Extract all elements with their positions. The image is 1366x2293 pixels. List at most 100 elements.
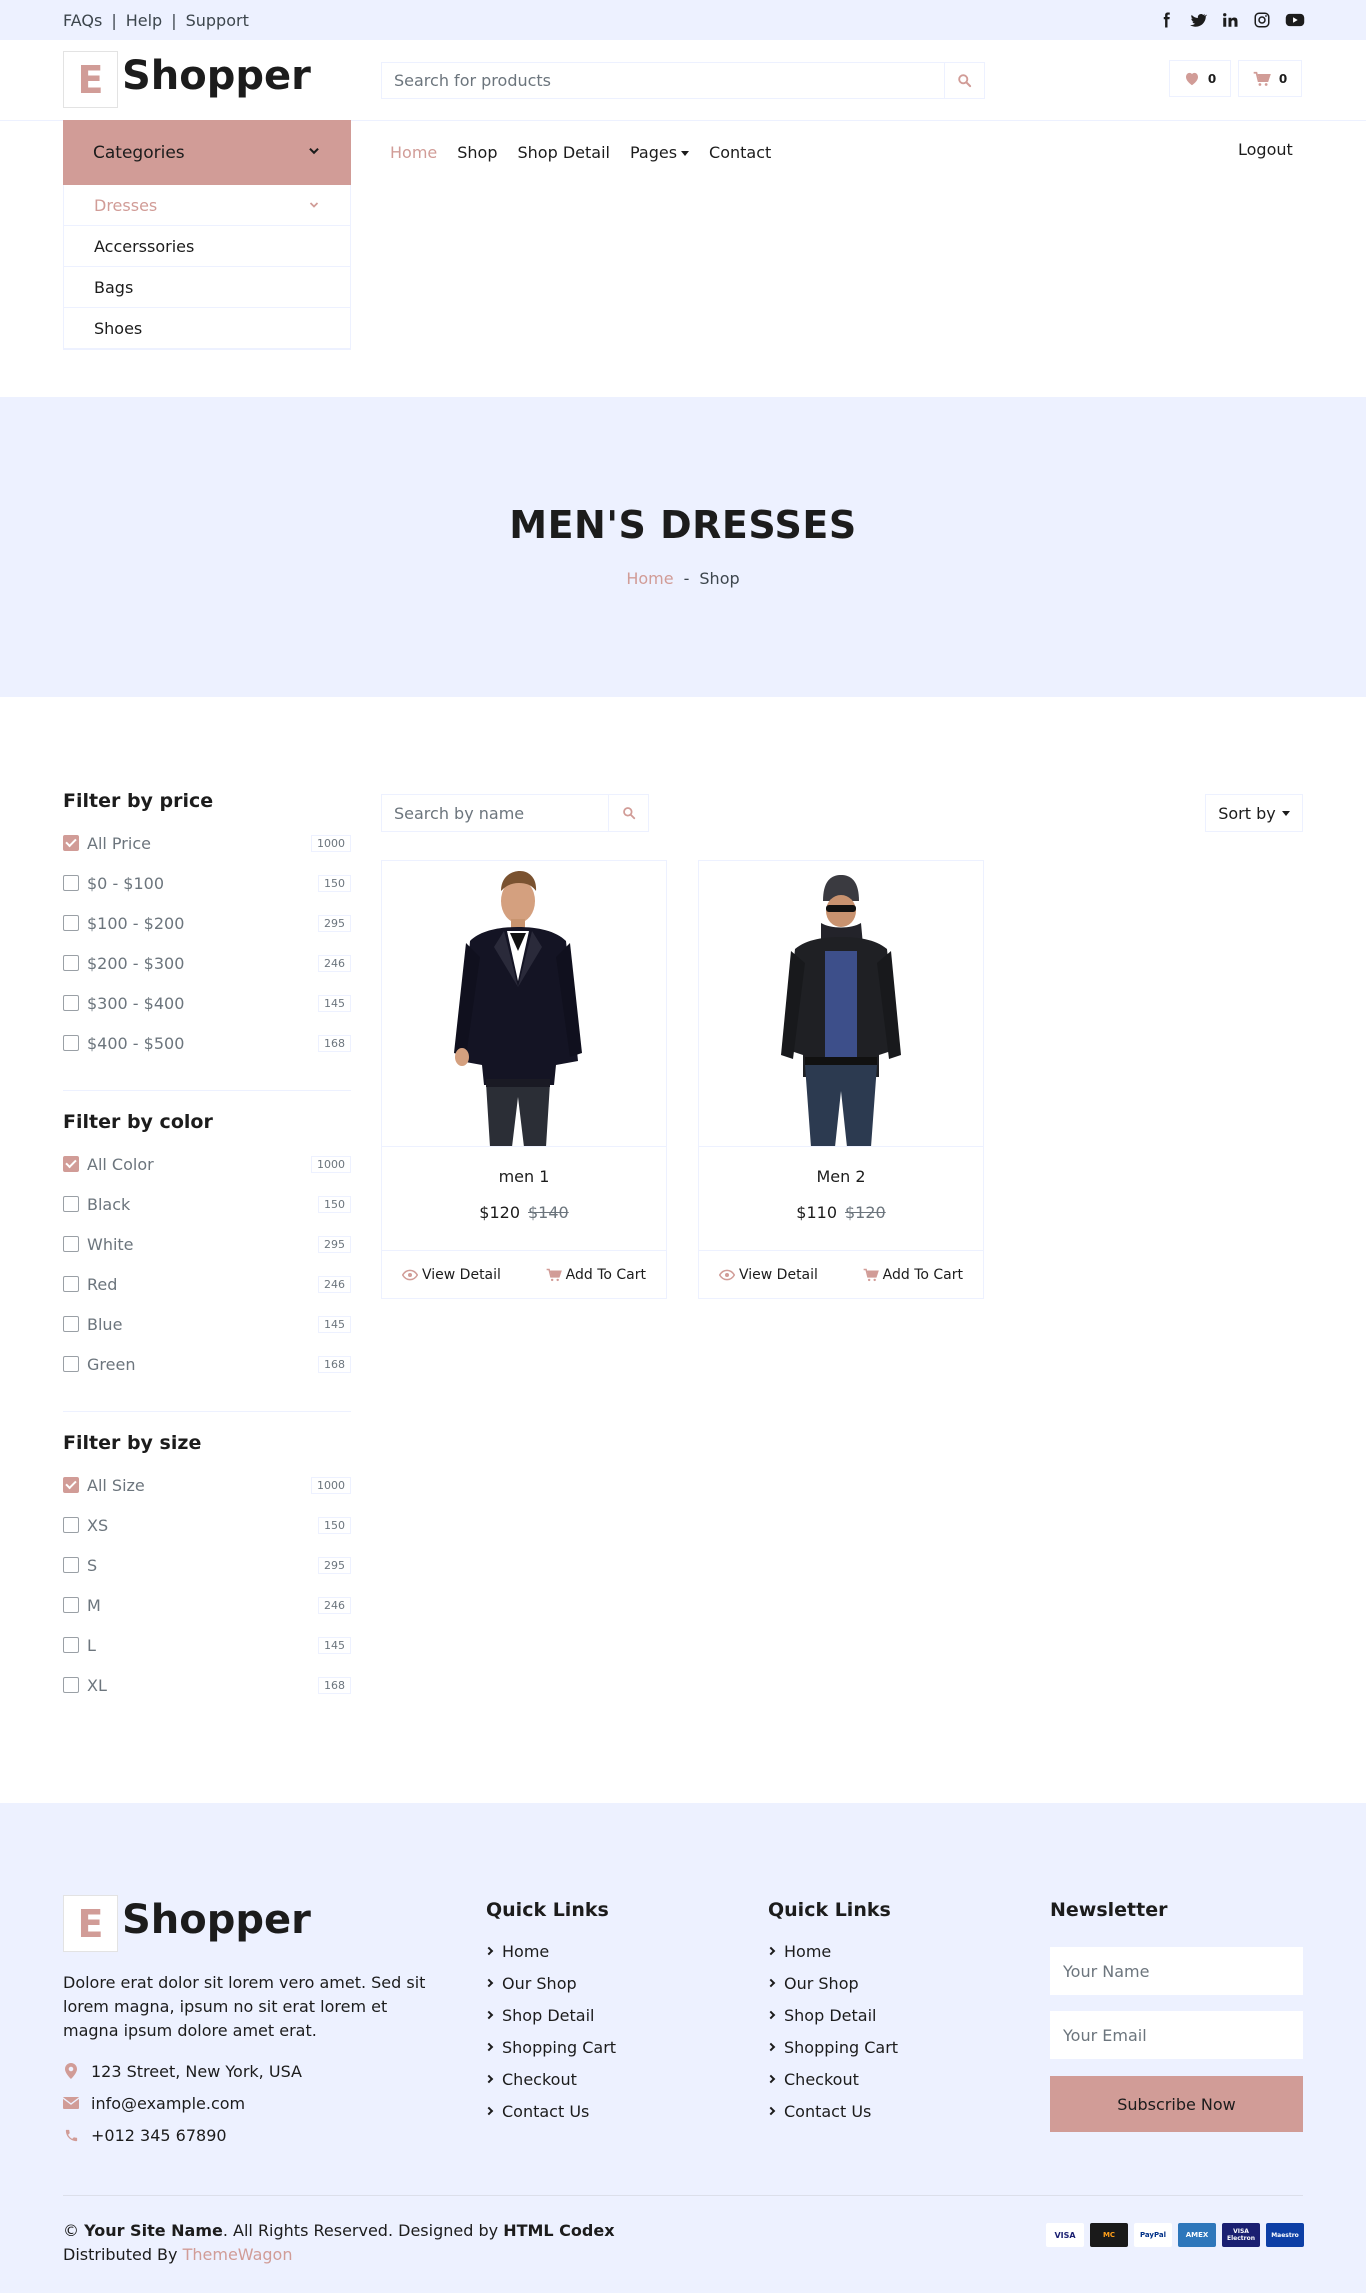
filter-checkbox[interactable] <box>63 1597 79 1613</box>
subscribe-button[interactable]: Subscribe Now <box>1050 2076 1303 2132</box>
newsletter-name-input[interactable]: Your Name <box>1050 1947 1303 1995</box>
filter-checkbox[interactable] <box>63 1316 79 1332</box>
filter-option[interactable]: Red 246 <box>63 1272 351 1296</box>
filter-checkbox[interactable] <box>63 1356 79 1372</box>
filter-checkbox[interactable] <box>63 835 79 851</box>
filter-option[interactable]: $400 - $500 168 <box>63 1031 351 1055</box>
view-detail-button[interactable]: View Detail <box>402 1267 501 1283</box>
filter-option[interactable]: XL 168 <box>63 1673 351 1697</box>
product-name[interactable]: Men 2 <box>699 1167 983 1186</box>
footer-link[interactable]: Checkout <box>766 2067 859 2091</box>
category-item-shoes[interactable]: Shoes <box>64 308 350 349</box>
chevron-right-icon <box>766 2042 776 2052</box>
product-search-input[interactable]: Search for products <box>382 63 944 98</box>
filter-checkbox[interactable] <box>63 1517 79 1533</box>
logo-text[interactable]: Shopper <box>122 53 311 99</box>
linkedin-icon[interactable] <box>1221 11 1239 29</box>
nav-pages[interactable]: Pages <box>630 143 690 162</box>
filter-option[interactable]: L 145 <box>63 1633 351 1657</box>
filter-option[interactable]: $0 - $100 150 <box>63 871 351 895</box>
filter-option[interactable]: Black 150 <box>63 1192 351 1216</box>
filter-option[interactable]: White 295 <box>63 1232 351 1256</box>
filter-option[interactable]: $100 - $200 295 <box>63 911 351 935</box>
newsletter-email-input[interactable]: Your Email <box>1050 2011 1303 2059</box>
designer-link[interactable]: HTML Codex <box>503 2221 614 2240</box>
site-name-link[interactable]: Your Site Name <box>84 2221 223 2240</box>
filter-checkbox[interactable] <box>63 1196 79 1212</box>
filter-checkbox[interactable] <box>63 875 79 891</box>
category-item-accessories[interactable]: Accerssories <box>64 226 350 267</box>
name-search-button[interactable] <box>608 795 648 831</box>
footer-link[interactable]: Shop Detail <box>766 2003 876 2027</box>
filter-option[interactable]: Blue 145 <box>63 1312 351 1336</box>
support-link[interactable]: Support <box>186 11 249 30</box>
add-to-cart-button[interactable]: Add To Cart <box>546 1267 646 1283</box>
logout-link[interactable]: Logout <box>1238 140 1293 159</box>
breadcrumb-home[interactable]: Home <box>626 569 673 588</box>
name-search-input[interactable]: Search by name <box>382 795 608 831</box>
twitter-icon[interactable] <box>1189 11 1208 29</box>
add-to-cart-label: Add To Cart <box>565 1266 646 1283</box>
wishlist-button[interactable]: 0 <box>1169 60 1231 97</box>
distributor-link[interactable]: ThemeWagon <box>183 2245 293 2264</box>
nav-home[interactable]: Home <box>390 143 437 162</box>
footer-logo-letter[interactable]: E <box>63 1895 118 1952</box>
filter-option[interactable]: XS 150 <box>63 1513 351 1537</box>
footer-link[interactable]: Shopping Cart <box>484 2035 616 2059</box>
footer-link[interactable]: Home <box>484 1939 549 1963</box>
filter-checkbox[interactable] <box>63 1557 79 1573</box>
filter-option[interactable]: All Color 1000 <box>63 1152 351 1176</box>
category-item-dresses[interactable]: Dresses <box>64 185 350 226</box>
filter-option[interactable]: All Size 1000 <box>63 1473 351 1497</box>
help-link[interactable]: Help <box>126 11 162 30</box>
footer-link[interactable]: Our Shop <box>484 1971 577 1995</box>
nav-shop[interactable]: Shop <box>457 143 497 162</box>
youtube-icon[interactable] <box>1285 11 1305 29</box>
product-image[interactable] <box>699 861 983 1147</box>
filter-checkbox[interactable] <box>63 1236 79 1252</box>
filter-option[interactable]: Green 168 <box>63 1352 351 1376</box>
facebook-icon[interactable] <box>1157 11 1175 29</box>
add-to-cart-button[interactable]: Add To Cart <box>863 1267 963 1283</box>
instagram-icon[interactable] <box>1253 11 1271 29</box>
footer-link[interactable]: Contact Us <box>766 2099 871 2123</box>
filter-option[interactable]: All Price 1000 <box>63 831 351 855</box>
footer-logo-text[interactable]: Shopper <box>122 1897 311 1943</box>
product-card[interactable]: Men 2 $110 $120 View Detail Add To Cart <box>698 860 984 1299</box>
product-search-button[interactable] <box>944 63 984 98</box>
view-detail-button[interactable]: View Detail <box>719 1267 818 1283</box>
footer-link[interactable]: Our Shop <box>766 1971 859 1995</box>
filter-checkbox[interactable] <box>63 955 79 971</box>
filter-checkbox[interactable] <box>63 1677 79 1693</box>
filter-checkbox[interactable] <box>63 1156 79 1172</box>
cart-button[interactable]: 0 <box>1238 60 1302 97</box>
footer-link[interactable]: Home <box>766 1939 831 1963</box>
footer-link[interactable]: Contact Us <box>484 2099 589 2123</box>
category-item-bags[interactable]: Bags <box>64 267 350 308</box>
sort-dropdown[interactable]: Sort by <box>1205 794 1303 832</box>
filter-checkbox[interactable] <box>63 1477 79 1493</box>
categories-toggle[interactable]: Categories <box>63 120 351 185</box>
filter-checkbox[interactable] <box>63 995 79 1011</box>
filter-checkbox[interactable] <box>63 1276 79 1292</box>
filter-option[interactable]: M 246 <box>63 1593 351 1617</box>
nav-shop-detail[interactable]: Shop Detail <box>518 143 610 162</box>
footer-link[interactable]: Shopping Cart <box>766 2035 898 2059</box>
filter-option[interactable]: $300 - $400 145 <box>63 991 351 1015</box>
filter-checkbox[interactable] <box>63 915 79 931</box>
footer-link[interactable]: Shop Detail <box>484 2003 594 2027</box>
nav-contact[interactable]: Contact <box>709 143 771 162</box>
filter-option[interactable]: S 295 <box>63 1553 351 1577</box>
filter-option[interactable]: $200 - $300 246 <box>63 951 351 975</box>
product-card[interactable]: men 1 $120 $140 View Detail Add To Cart <box>381 860 667 1299</box>
footer-email-text[interactable]: info@example.com <box>91 2094 245 2113</box>
faqs-link[interactable]: FAQs <box>63 11 102 30</box>
footer-phone-text[interactable]: +012 345 67890 <box>91 2126 227 2145</box>
product-name[interactable]: men 1 <box>382 1167 666 1186</box>
product-image[interactable] <box>382 861 666 1147</box>
filter-checkbox[interactable] <box>63 1637 79 1653</box>
logo-letter[interactable]: E <box>63 51 118 108</box>
filter-checkbox[interactable] <box>63 1035 79 1051</box>
footer-link[interactable]: Checkout <box>484 2067 577 2091</box>
chevron-right-icon <box>766 2010 776 2020</box>
